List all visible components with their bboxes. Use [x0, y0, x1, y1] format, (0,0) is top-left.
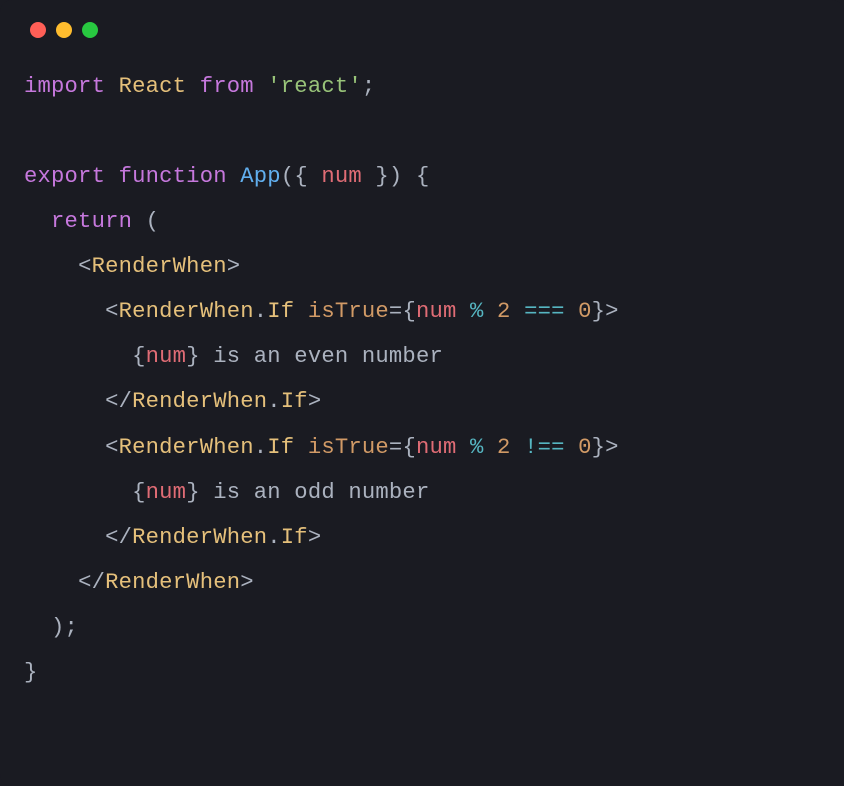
kw-return: return [51, 209, 132, 234]
jsx-dot: . [267, 389, 281, 414]
jsx-member: If [267, 435, 294, 460]
jsx-tag: RenderWhen [119, 299, 254, 324]
jsx-close: > [227, 254, 241, 279]
kw-from: from [200, 74, 254, 99]
jsx-expr-lbrace: { [402, 299, 416, 324]
num-2: 2 [497, 435, 511, 460]
jsx-close: > [308, 525, 322, 550]
jsx-expr-rbrace: } [592, 299, 606, 324]
close-icon[interactable] [30, 22, 46, 38]
jsx-expr-rbrace: } [186, 344, 200, 369]
kw-export: export [24, 164, 105, 189]
fn-rbrace: } [24, 660, 38, 685]
kw-function: function [119, 164, 227, 189]
jsx-close: > [240, 570, 254, 595]
jsx-member: If [281, 525, 308, 550]
str-react: 'react' [267, 74, 362, 99]
jsx-close: > [605, 435, 619, 460]
ident-num: num [416, 435, 457, 460]
jsx-dot: . [254, 299, 268, 324]
jsx-close-open: </ [78, 570, 105, 595]
fn-name: App [240, 164, 281, 189]
ident-num: num [146, 480, 187, 505]
jsx-eq: = [389, 299, 403, 324]
jsx-close-open: </ [105, 389, 132, 414]
jsx-open: < [78, 254, 92, 279]
jsx-text: is an odd number [200, 480, 430, 505]
lparen: ( [281, 164, 295, 189]
jsx-tag: RenderWhen [92, 254, 227, 279]
jsx-member: If [281, 389, 308, 414]
ident-num: num [416, 299, 457, 324]
op-mod: % [457, 435, 498, 460]
jsx-attr: isTrue [308, 299, 389, 324]
minimize-icon[interactable] [56, 22, 72, 38]
ident-num: num [146, 344, 187, 369]
jsx-close: > [605, 299, 619, 324]
jsx-tag: RenderWhen [105, 570, 240, 595]
destruct-rbrace: } [375, 164, 389, 189]
semi: ; [362, 74, 376, 99]
jsx-close: > [308, 389, 322, 414]
jsx-expr-lbrace: { [132, 344, 146, 369]
jsx-attr: isTrue [308, 435, 389, 460]
jsx-tag: RenderWhen [132, 389, 267, 414]
op-eq: === [511, 299, 579, 324]
rparen: ) [389, 164, 403, 189]
num-0: 0 [578, 435, 592, 460]
jsx-open: < [105, 435, 119, 460]
jsx-tag: RenderWhen [132, 525, 267, 550]
ret-rparen-semi: ); [51, 615, 78, 640]
code-window: import React from 'react'; export functi… [0, 0, 844, 786]
ident-react: React [119, 74, 187, 99]
destruct-lbrace: { [294, 164, 308, 189]
param-num: num [321, 164, 362, 189]
op-mod: % [457, 299, 498, 324]
kw-import: import [24, 74, 105, 99]
jsx-expr-rbrace: } [592, 435, 606, 460]
num-2: 2 [497, 299, 511, 324]
jsx-dot: . [267, 525, 281, 550]
jsx-expr-lbrace: { [402, 435, 416, 460]
fn-lbrace: { [402, 164, 429, 189]
jsx-tag: RenderWhen [119, 435, 254, 460]
window-titlebar [0, 0, 844, 38]
jsx-close-open: </ [105, 525, 132, 550]
jsx-dot: . [254, 435, 268, 460]
code-block: import React from 'react'; export functi… [0, 38, 844, 719]
jsx-expr-rbrace: } [186, 480, 200, 505]
jsx-expr-lbrace: { [132, 480, 146, 505]
ret-lparen: ( [132, 209, 159, 234]
num-0: 0 [578, 299, 592, 324]
zoom-icon[interactable] [82, 22, 98, 38]
jsx-text: is an even number [200, 344, 443, 369]
jsx-eq: = [389, 435, 403, 460]
op-neq: !== [511, 435, 579, 460]
jsx-member: If [267, 299, 294, 324]
jsx-open: < [105, 299, 119, 324]
